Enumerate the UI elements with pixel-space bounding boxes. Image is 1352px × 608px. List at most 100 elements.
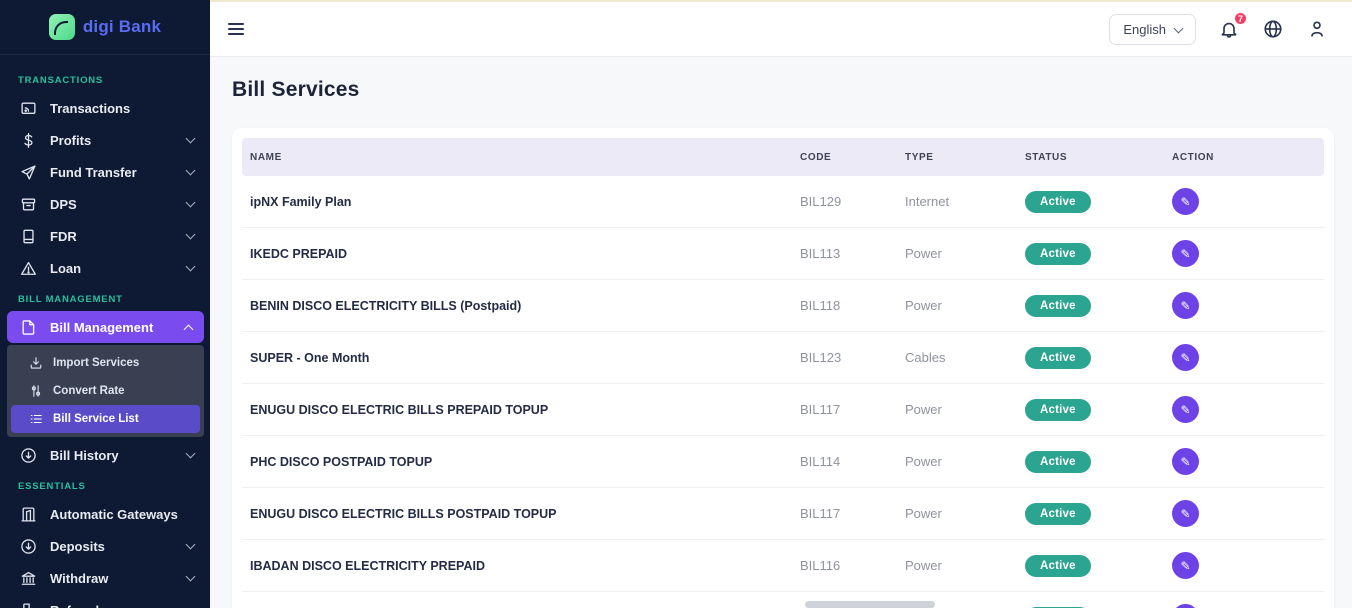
table-row: ENUGU DISCO ELECTRIC BILLS PREPAID TOPUP…	[242, 384, 1324, 436]
table-header-row: NAME CODE TYPE STATUS ACTION	[242, 138, 1324, 176]
cell-name: ENUGU DISCO ELECTRIC BILLS PREPAID TOPUP	[242, 403, 792, 417]
edit-button[interactable]: ✎	[1172, 552, 1199, 579]
sidebar-item-label: DPS	[50, 197, 174, 212]
cell-type: Power	[897, 298, 1017, 313]
sidebar-item-loan[interactable]: Loan	[0, 252, 210, 284]
logo[interactable]: digi Bank	[0, 0, 210, 55]
chevron-down-icon	[1174, 23, 1184, 33]
brand-second: Bank	[119, 17, 161, 36]
cell-type: Power	[897, 246, 1017, 261]
topbar-actions: English 7	[1109, 14, 1328, 45]
status-badge: Active	[1025, 555, 1091, 577]
table-row: ipNX Family PlanBIL129InternetActive✎	[242, 176, 1324, 228]
edit-button[interactable]: ✎	[1172, 604, 1199, 608]
cell-action: ✎	[1164, 188, 1324, 215]
sidebar-subitem-label: Bill Service List	[53, 413, 139, 425]
history-icon	[20, 447, 37, 464]
main-area: English 7	[210, 0, 1352, 608]
edit-button[interactable]: ✎	[1172, 188, 1199, 215]
sidebar-item-label: Automatic Gateways	[50, 507, 194, 522]
column-header-status: STATUS	[1017, 152, 1164, 163]
cell-status: Active	[1017, 399, 1164, 421]
file-icon	[20, 319, 37, 336]
gateway-icon	[20, 506, 37, 523]
edit-button[interactable]: ✎	[1172, 448, 1199, 475]
sidebar-subitem-bill-service-list[interactable]: Bill Service List	[11, 405, 200, 433]
sidebar-subitem-convert-rate[interactable]: Convert Rate	[7, 377, 204, 405]
table-body: ipNX Family PlanBIL129InternetActive✎IKE…	[242, 176, 1324, 608]
page-title: Bill Services	[232, 78, 1334, 102]
table-row: BENIN DISCO ELECTRICITY BILLS (Postpaid)…	[242, 280, 1324, 332]
horizontal-scrollbar-thumb[interactable]	[805, 601, 935, 608]
table-row: SUPER - One MonthBIL123CablesActive✎	[242, 332, 1324, 384]
edit-button[interactable]: ✎	[1172, 344, 1199, 371]
deposit-icon	[20, 538, 37, 555]
edit-button[interactable]: ✎	[1172, 240, 1199, 267]
sidebar-item-withdraw[interactable]: Withdraw	[0, 562, 210, 594]
sidebar-item-bill-management[interactable]: Bill Management	[7, 311, 204, 343]
pencil-icon: ✎	[1180, 247, 1190, 261]
sidebar-subitem-label: Convert Rate	[53, 385, 125, 397]
table-row: PHC DISCO POSTPAID TOPUPBIL114PowerActiv…	[242, 436, 1324, 488]
cell-code: BIL129	[792, 194, 897, 209]
cell-type: Power	[897, 506, 1017, 521]
sidebar-item-referral[interactable]: Referral	[0, 594, 210, 608]
status-badge: Active	[1025, 451, 1091, 473]
sidebar-item-fdr[interactable]: FDR	[0, 220, 210, 252]
list-icon	[29, 412, 43, 426]
chevron-up-icon	[184, 324, 194, 334]
cell-type: Internet	[897, 194, 1017, 209]
sidebar-item-automatic-gateways[interactable]: Automatic Gateways	[0, 498, 210, 530]
language-select[interactable]: English	[1109, 14, 1196, 45]
cell-code: BIL117	[792, 402, 897, 417]
sidebar-item-profits[interactable]: Profits	[0, 124, 210, 156]
cell-type: Cables	[897, 350, 1017, 365]
site-link-button[interactable]	[1262, 18, 1284, 40]
topbar: English 7	[210, 2, 1352, 56]
pencil-icon: ✎	[1180, 195, 1190, 209]
chevron-down-icon	[186, 230, 196, 240]
chevron-down-icon	[186, 262, 196, 272]
brand-logo-icon	[49, 14, 75, 40]
sidebar-item-label: Withdraw	[50, 571, 174, 586]
cell-code: BIL116	[792, 558, 897, 573]
edit-button[interactable]: ✎	[1172, 396, 1199, 423]
cell-status: Active	[1017, 555, 1164, 577]
cast-icon	[20, 100, 37, 117]
cell-type: Power	[897, 454, 1017, 469]
sidebar-item-dps[interactable]: DPS	[0, 188, 210, 220]
sidebar-item-fund-transfer[interactable]: Fund Transfer	[0, 156, 210, 188]
column-header-name: NAME	[242, 152, 792, 163]
profile-button[interactable]	[1306, 18, 1328, 40]
menu-toggle-icon[interactable]	[228, 20, 244, 38]
referral-icon	[20, 602, 37, 608]
edit-button[interactable]: ✎	[1172, 500, 1199, 527]
content: Bill Services NAME CODE TYPE STATUS ACTI…	[210, 56, 1352, 608]
chevron-down-icon	[186, 540, 196, 550]
nav-section-label: BILL MANAGEMENT	[0, 284, 210, 311]
sidebar-item-label: Bill History	[50, 448, 174, 463]
send-icon	[20, 164, 37, 181]
sidebar-item-label: Fund Transfer	[50, 165, 174, 180]
sidebar-item-label: FDR	[50, 229, 174, 244]
notifications-button[interactable]: 7	[1218, 18, 1240, 40]
sidebar-subitem-import-services[interactable]: Import Services	[7, 349, 204, 377]
sidebar-item-deposits[interactable]: Deposits	[0, 530, 210, 562]
sidebar-item-label: Deposits	[50, 539, 174, 554]
table-row: ENUGU DISCO ELECTRIC BILLS POSTPAID TOPU…	[242, 488, 1324, 540]
status-badge: Active	[1025, 243, 1091, 265]
notification-count-badge: 7	[1233, 11, 1248, 26]
cell-status: Active	[1017, 243, 1164, 265]
cell-name: IBADAN DISCO ELECTRICITY PREPAID	[242, 559, 792, 573]
sidebar-item-transactions[interactable]: Transactions	[0, 92, 210, 124]
cell-type: Power	[897, 402, 1017, 417]
edit-button[interactable]: ✎	[1172, 292, 1199, 319]
cell-status: Active	[1017, 295, 1164, 317]
bill-services-card: NAME CODE TYPE STATUS ACTION ipNX Family…	[232, 128, 1334, 608]
sidebar-item-bill-history[interactable]: Bill History	[0, 439, 210, 471]
chevron-down-icon	[186, 449, 196, 459]
sidebar-item-label: Referral	[50, 603, 194, 608]
status-badge: Active	[1025, 295, 1091, 317]
pencil-icon: ✎	[1180, 403, 1190, 417]
bill-services-table: NAME CODE TYPE STATUS ACTION ipNX Family…	[242, 138, 1324, 608]
